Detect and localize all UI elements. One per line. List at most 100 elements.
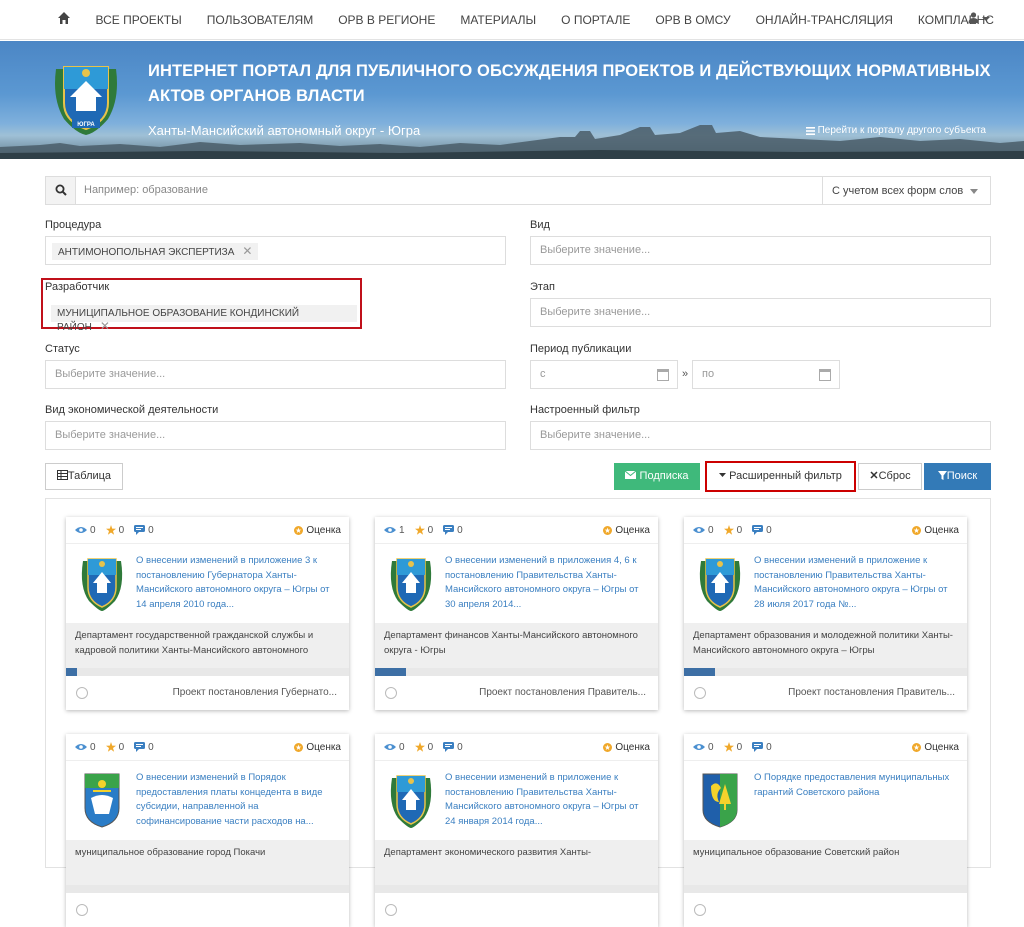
rating-badge[interactable]: Оценка <box>294 742 341 753</box>
stars-stat: 0 <box>105 741 125 753</box>
developer-tag: МУНИЦИПАЛЬНОЕ ОБРАЗОВАНИЕ КОНДИНСКИЙ РАЙ… <box>51 305 357 333</box>
project-card[interactable]: 0 0 0 Оценка О внесении изменений в приложен… <box>375 734 658 927</box>
table-view-button[interactable]: Таблица <box>45 463 123 490</box>
project-title-link[interactable]: О внесении изменений в приложение к пост… <box>754 554 957 612</box>
search-button[interactable] <box>46 177 76 204</box>
rating-label: Оценка <box>924 524 959 536</box>
nav-item-users[interactable]: ПОЛЬЗОВАТЕЛЯМ <box>194 0 325 40</box>
card-body: О внесении изменений в приложения 4, 6 к… <box>375 543 658 623</box>
document-type-label: Проект постановления Губернато... <box>172 687 337 698</box>
project-title-link[interactable]: О Порядке предоставления муниципальных г… <box>754 771 957 800</box>
filter-icon <box>937 471 947 480</box>
document-type-label: Проект постановления Правитель... <box>788 687 955 698</box>
advanced-filter-button[interactable]: Расширенный фильтр <box>705 461 856 492</box>
calendar-icon[interactable] <box>657 369 669 381</box>
period-to-value: по <box>702 368 715 380</box>
views-count: 0 <box>708 524 714 536</box>
card-footer <box>375 893 658 927</box>
star-icon <box>105 525 116 535</box>
views-stat: 1 <box>384 525 405 536</box>
switch-portal-label: Перейти к порталу другого субъекта <box>817 125 986 136</box>
star-icon <box>414 525 425 535</box>
views-stat: 0 <box>75 742 96 753</box>
project-title-link[interactable]: О внесении изменений в Порядок предостав… <box>136 771 339 829</box>
progress-bar <box>375 885 658 893</box>
views-stat: 0 <box>384 742 405 753</box>
table-view-label: Таблица <box>67 470 112 482</box>
nav-item-broadcast[interactable]: ОНЛАЙН-ТРАНСЛЯЦИЯ <box>743 0 905 40</box>
word-forms-select[interactable]: С учетом всех форм слов <box>822 177 990 204</box>
developer-department: Департамент государственной гражданской … <box>66 623 349 668</box>
procedure-select[interactable]: АНТИМОНОПОЛЬНАЯ ЭКСПЕРТИЗА ✕ <box>45 236 506 265</box>
comments-count: 0 <box>148 524 154 536</box>
nav-item-about[interactable]: О ПОРТАЛЕ <box>549 0 643 40</box>
region-crest-logo: ЮГРА <box>55 66 117 135</box>
switch-portal-link[interactable]: Перейти к порталу другого субъекта <box>805 125 986 136</box>
project-cards-grid: 0 0 0 Оценка О внесении изменений в приложен… <box>45 498 991 927</box>
project-card[interactable]: 0 0 0 Оценка О внесении изменений в Порядок … <box>66 734 349 927</box>
remove-tag-icon[interactable]: ✕ <box>100 319 110 333</box>
pokachi-emblem-icon <box>84 773 120 828</box>
search-submit-button[interactable]: Поиск <box>924 463 991 490</box>
subscribe-button[interactable]: Подписка <box>614 463 700 490</box>
nav-item-all-projects[interactable]: ВСЕ ПРОЕКТЫ <box>83 0 194 40</box>
crest-lettering: ЮГРА <box>77 122 95 128</box>
eye-icon <box>693 527 705 533</box>
card-body: О Порядке предоставления муниципальных г… <box>684 760 967 840</box>
nav-item-orv-omsu[interactable]: ОРВ В ОМСУ <box>643 0 743 40</box>
rating-badge[interactable]: Оценка <box>912 525 959 536</box>
search-input[interactable]: Например: образование <box>84 184 208 196</box>
card-body: О внесении изменений в приложение 3 к по… <box>66 543 349 623</box>
calendar-icon[interactable] <box>819 369 831 381</box>
project-title-link[interactable]: О внесении изменений в приложения 4, 6 к… <box>445 554 648 612</box>
stars-count: 0 <box>736 741 743 753</box>
project-card[interactable]: 1 0 0 Оценка О внесении изменений в приложен… <box>375 517 658 710</box>
developer-select[interactable]: МУНИЦИПАЛЬНОЕ ОБРАЗОВАНИЕ КОНДИНСКИЙ РАЙ… <box>45 298 358 333</box>
document-type-label: Проект постановления Правитель... <box>479 687 646 698</box>
stars-count: 0 <box>118 741 125 753</box>
word-forms-value: С учетом всех форм слов <box>832 185 964 197</box>
user-menu[interactable] <box>968 12 991 26</box>
document-type-icon <box>694 904 706 916</box>
sovetsky-emblem-icon <box>702 773 738 828</box>
document-type-icon <box>385 904 397 916</box>
stars-stat: 0 <box>723 524 743 536</box>
project-card[interactable]: 0 0 0 Оценка О внесении изменений в приложен… <box>684 517 967 710</box>
eye-icon <box>693 744 705 750</box>
header-banner: ЮГРА ИНТЕРНЕТ ПОРТАЛ ДЛЯ ПУБЛИЧНОГО ОБСУ… <box>0 41 1024 159</box>
stars-count: 0 <box>427 524 434 536</box>
comments-stat: 0 <box>134 525 154 536</box>
nav-item-compliance[interactable]: КОМПЛАЕНС <box>905 0 1006 40</box>
custom-filter-select[interactable]: Выберите значение... <box>530 421 991 450</box>
card-stats: 1 0 0 Оценка <box>375 517 658 543</box>
rating-badge[interactable]: Оценка <box>603 742 650 753</box>
period-from-input[interactable]: с <box>530 360 678 389</box>
hmao-emblem-icon <box>81 558 123 611</box>
progress-bar <box>684 668 967 676</box>
comments-count: 0 <box>148 741 154 753</box>
project-title-link[interactable]: О внесении изменений в приложение к пост… <box>445 771 648 829</box>
project-card[interactable]: 0 0 0 Оценка О внесении изменений в приложен… <box>66 517 349 710</box>
nav-item-materials[interactable]: МАТЕРИАЛЫ <box>448 0 549 40</box>
project-card[interactable]: 0 0 0 Оценка О Порядке предоставления муници… <box>684 734 967 927</box>
stars-count: 0 <box>736 524 743 536</box>
star-icon <box>105 742 116 752</box>
econ-activity-select[interactable]: Выберите значение... <box>45 421 506 450</box>
procedure-tag: АНТИМОНОПОЛЬНАЯ ЭКСПЕРТИЗА ✕ <box>52 243 259 260</box>
kind-select[interactable]: Выберите значение... <box>530 236 991 265</box>
comment-icon <box>752 525 764 535</box>
period-to-input[interactable]: по <box>692 360 840 389</box>
stage-select[interactable]: Выберите значение... <box>530 298 991 327</box>
status-select[interactable]: Выберите значение... <box>45 360 506 389</box>
nav-item-orv-region[interactable]: ОРВ В РЕГИОНЕ <box>326 0 448 40</box>
project-title-link[interactable]: О внесении изменений в приложение 3 к по… <box>136 554 339 612</box>
views-count: 0 <box>90 524 96 536</box>
rating-badge[interactable]: Оценка <box>912 742 959 753</box>
remove-tag-icon[interactable]: ✕ <box>242 244 252 258</box>
reset-button[interactable]: ✕Сброс <box>858 463 922 490</box>
rating-badge[interactable]: Оценка <box>294 525 341 536</box>
top-navbar: ВСЕ ПРОЕКТЫ ПОЛЬЗОВАТЕЛЯМ ОРВ В РЕГИОНЕ … <box>0 0 1024 40</box>
card-stats: 0 0 0 Оценка <box>66 517 349 543</box>
rating-badge[interactable]: Оценка <box>603 525 650 536</box>
home-icon[interactable] <box>57 11 71 25</box>
